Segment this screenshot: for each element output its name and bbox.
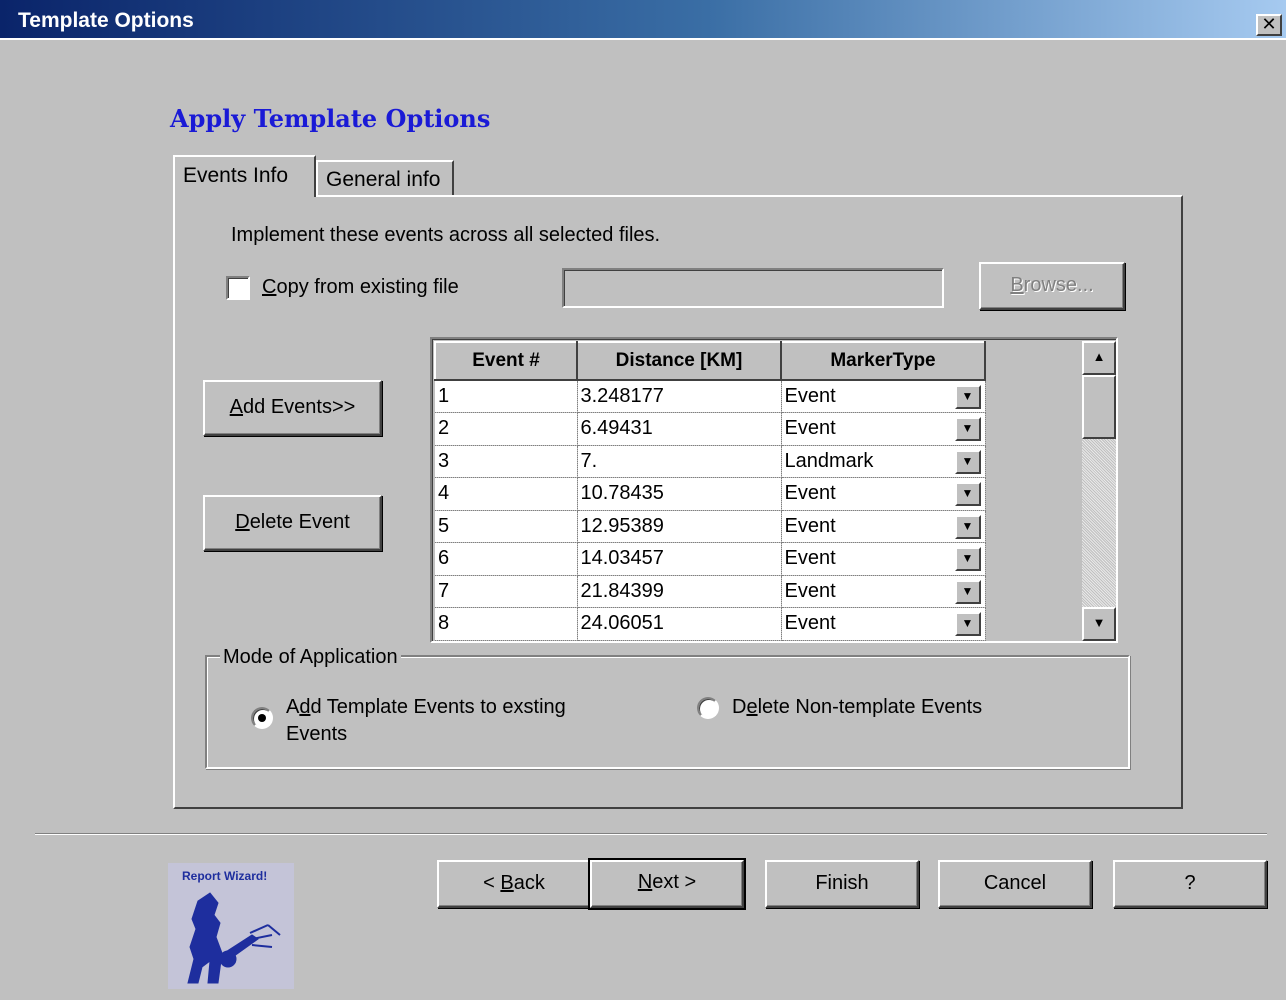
wizard-figure-icon [187,892,281,984]
grid-vertical-scrollbar[interactable]: ▲ ▼ [1082,341,1116,641]
table-row[interactable]: 2 6.49431 Event ▼ [435,412,986,446]
cell-event-num[interactable]: 6 [435,542,578,576]
tab-general-info[interactable]: General info [316,160,454,196]
help-button[interactable]: ? [1113,860,1267,908]
dropdown-arrow-icon[interactable]: ▼ [954,547,981,571]
table-row[interactable]: 6 14.03457 Event ▼ [435,542,986,576]
tab-events-info[interactable]: Events Info [173,155,316,197]
cell-marker-type[interactable]: Event ▼ [781,380,986,413]
back-button[interactable]: < Back [437,860,591,908]
cell-event-num[interactable]: 3 [435,445,578,478]
cell-distance[interactable]: 24.06051 [577,607,782,641]
instruction-text: Implement these events across all select… [231,224,661,246]
column-header-marker-type[interactable]: MarkerType [780,341,986,381]
report-wizard-logo: Report Wizard! [168,863,294,989]
title-bar: Template Options ✕ [0,0,1286,40]
marker-type-value: Event [784,482,836,505]
marker-type-value: Event [784,547,836,570]
cell-distance[interactable]: 6.49431 [577,412,782,446]
cell-marker-type[interactable]: Event ▼ [781,575,986,608]
radio-add-template-events[interactable] [251,707,273,729]
browse-button[interactable]: Browse... [979,262,1125,310]
page-heading: Apply Template Options [170,104,491,133]
cancel-button[interactable]: Cancel [938,860,1092,908]
dropdown-arrow-icon[interactable]: ▼ [954,612,981,636]
table-row[interactable]: 7 21.84399 Event ▼ [435,575,986,608]
cell-distance[interactable]: 7. [577,445,782,478]
table-row[interactable]: 1 3.248177 Event ▼ [435,380,986,413]
file-path-field[interactable] [562,268,944,308]
dropdown-arrow-icon[interactable]: ▼ [954,385,981,409]
mode-of-application-label: Mode of Application [220,646,401,669]
scroll-up-arrow-icon[interactable]: ▲ [1082,341,1116,375]
close-button[interactable]: ✕ [1256,14,1282,36]
cell-distance[interactable]: 10.78435 [577,477,782,511]
next-button[interactable]: Next > [588,858,746,910]
marker-type-value: Event [784,417,836,440]
delete-event-button[interactable]: Delete Event [203,495,382,551]
footer-separator [35,833,1267,835]
cell-distance[interactable]: 12.95389 [577,510,782,543]
marker-type-value: Event [784,385,836,407]
close-icon: ✕ [1261,14,1277,34]
cell-event-num[interactable]: 2 [435,412,578,446]
radio-delete-non-template-label[interactable]: Delete Non-template Events [732,696,982,719]
dropdown-arrow-icon[interactable]: ▼ [954,579,981,604]
copy-from-file-checkbox[interactable] [226,276,250,300]
events-table: Event # Distance [KM] MarkerType 1 3.248… [434,341,986,641]
dropdown-arrow-icon[interactable]: ▼ [954,514,981,539]
table-row[interactable]: 4 10.78435 Event ▼ [435,477,986,511]
cell-distance[interactable]: 14.03457 [577,542,782,576]
cell-marker-type[interactable]: Event ▼ [781,510,986,543]
column-header-event-num[interactable]: Event # [434,341,578,381]
scroll-down-arrow-icon[interactable]: ▼ [1082,607,1116,641]
cell-marker-type[interactable]: Event ▼ [781,412,986,446]
dropdown-arrow-icon[interactable]: ▼ [954,482,981,506]
cell-marker-type[interactable]: Event ▼ [781,477,986,511]
add-events-button[interactable]: Add Events>> [203,380,382,436]
cell-event-num[interactable]: 8 [435,607,578,641]
cell-marker-type[interactable]: Event ▼ [781,542,986,576]
events-grid[interactable]: Event # Distance [KM] MarkerType 1 3.248… [430,337,1118,643]
cell-marker-type[interactable]: Landmark ▼ [781,445,986,478]
cell-event-num[interactable]: 7 [435,575,578,608]
cell-distance[interactable]: 3.248177 [577,380,782,413]
marker-type-value: Landmark [784,449,874,472]
cell-event-num[interactable]: 5 [435,510,578,543]
table-row[interactable]: 5 12.95389 Event ▼ [435,510,986,543]
marker-type-value: Event [784,579,836,602]
window-title: Template Options [18,9,194,32]
dropdown-arrow-icon[interactable]: ▼ [954,449,981,474]
dropdown-arrow-icon[interactable]: ▼ [954,417,981,441]
copy-from-file-label: Copy from existing file [262,276,459,298]
marker-type-value: Event [784,612,836,635]
finish-button[interactable]: Finish [765,860,919,908]
cell-event-num[interactable]: 4 [435,477,578,511]
table-row[interactable]: 3 7. Landmark ▼ [435,445,986,478]
radio-delete-non-template[interactable] [697,697,719,719]
marker-type-value: Event [784,514,836,537]
table-row[interactable]: 8 24.06051 Event ▼ [435,607,986,641]
radio-selected-dot [258,714,266,722]
scroll-thumb[interactable] [1082,375,1116,439]
column-header-distance[interactable]: Distance [KM] [576,341,782,381]
cell-event-num[interactable]: 1 [435,380,578,413]
cell-distance[interactable]: 21.84399 [577,575,782,608]
radio-add-template-events-label[interactable]: Add Template Events to exsting Events [286,694,566,748]
cell-marker-type[interactable]: Event ▼ [781,607,986,641]
